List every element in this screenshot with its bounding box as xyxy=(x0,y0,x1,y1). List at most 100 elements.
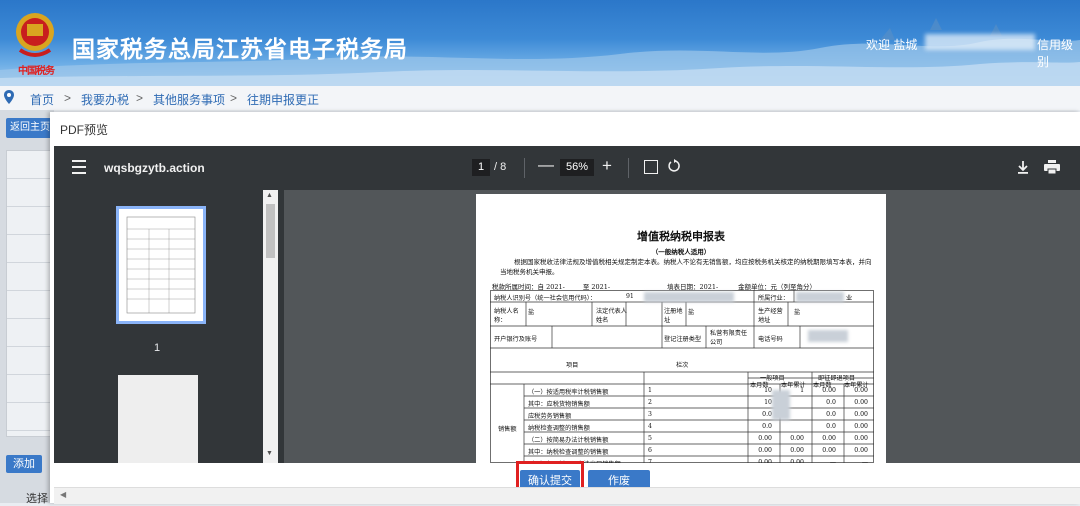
redacted-phone xyxy=(808,330,848,342)
row-value: 0.00 xyxy=(822,387,836,394)
breadcrumb-other-services[interactable]: 其他服务事项 xyxy=(153,91,225,108)
list-row xyxy=(7,263,55,291)
list-row xyxy=(7,403,55,431)
site-header: 中国税务 国家税务总局江苏省电子税务局 欢迎 盐城 信用级别 xyxy=(0,0,1080,86)
thumbnail-scrollbar[interactable]: ▲ ▼ xyxy=(263,190,278,463)
row-item: （二）按简易办法计税销售额 xyxy=(528,437,609,444)
menu-icon[interactable] xyxy=(72,160,86,174)
row-value: 0.00 xyxy=(790,447,804,454)
file-name: wqsbgzytb.action xyxy=(104,161,205,175)
row-line-no: 3 xyxy=(648,411,652,418)
tax-emblem-icon xyxy=(16,13,54,57)
scroll-down-icon[interactable]: ▼ xyxy=(266,450,273,457)
row-value: 0.00 xyxy=(822,435,836,442)
underlying-list xyxy=(6,150,56,437)
zoom-level-input[interactable]: 56% xyxy=(560,159,594,176)
legal-rep-label: 法定代表人姓名 xyxy=(596,308,627,324)
row-value: 0.0 xyxy=(762,423,772,430)
page-total: / 8 xyxy=(494,161,507,173)
row-value: 0.00 xyxy=(854,423,868,430)
row-value: 0.0 xyxy=(826,423,836,430)
thumbnail-label: 1 xyxy=(154,342,161,354)
toolbar-divider xyxy=(628,158,629,178)
reg-type-label: 登记注册类型 xyxy=(664,336,702,343)
thumbnail-sidebar: 1 ▲ ▼ xyxy=(54,190,284,463)
row-item: 纳税检查调整的销售额 xyxy=(528,425,590,432)
row-value: 0.00 xyxy=(758,447,772,454)
row-item: 其中：纳税检查调整的销售额 xyxy=(528,449,609,456)
row-value: 0.00 xyxy=(790,435,804,442)
row-value: 10 xyxy=(764,387,772,394)
list-row xyxy=(7,375,55,403)
breadcrumb-correction[interactable]: 往期申报更正 xyxy=(247,91,319,108)
scroll-left-icon[interactable]: ◀ xyxy=(60,490,66,499)
bank-account-label: 开户银行及账号 xyxy=(494,336,538,343)
redacted-tax-id xyxy=(644,292,734,302)
thumbnail-preview xyxy=(126,216,196,314)
list-row xyxy=(7,235,55,263)
breadcrumb-separator: > xyxy=(64,91,72,105)
page-thumbnail[interactable] xyxy=(116,206,206,324)
page-number-input[interactable]: 1 xyxy=(472,159,490,176)
row-value: 0.00 xyxy=(854,411,868,418)
list-row xyxy=(7,347,55,375)
doc-title: 增值税纳税申报表 xyxy=(637,230,725,243)
zoom-in-button[interactable]: + xyxy=(602,156,612,176)
name-label: 纳税人名称： xyxy=(494,308,519,324)
col-line-header: 栏次 xyxy=(676,362,689,369)
print-icon[interactable] xyxy=(1044,160,1060,174)
rotate-icon[interactable] xyxy=(668,159,682,173)
credit-level-link[interactable]: 信用级别 xyxy=(1037,36,1080,70)
row-value: 0.00 xyxy=(854,447,868,454)
list-row xyxy=(7,291,55,319)
list-row xyxy=(7,151,55,179)
pdf-viewer: wqsbgzytb.action 1 / 8 — 56% + 1 ▲ ▼ 增值税… xyxy=(54,146,1080,463)
breadcrumb-home[interactable]: 首页 xyxy=(30,91,54,108)
scroll-up-icon[interactable]: ▲ xyxy=(266,192,273,199)
pdf-toolbar: wqsbgzytb.action 1 / 8 — 56% + xyxy=(54,146,1080,190)
row-value: 0.00 xyxy=(758,435,772,442)
list-row xyxy=(7,207,55,235)
reg-type-value: 私营有限责任公司 xyxy=(710,330,748,346)
location-pin-icon xyxy=(4,90,14,104)
biz-address-label: 生产经营地址 xyxy=(758,308,783,324)
add-button[interactable]: 添加 xyxy=(6,455,42,473)
pdf-page: 增值税纳税申报表 （一般纳税人适用） 根据国家税收法律法规及增值税相关规定制定本… xyxy=(476,194,886,463)
fit-page-icon[interactable] xyxy=(644,160,658,174)
modal-title: PDF预览 xyxy=(60,123,109,137)
row-item: 应税劳务销售额 xyxy=(528,413,572,420)
row-value: 0.0 xyxy=(826,411,836,418)
row-value: 10 xyxy=(764,399,772,406)
list-row xyxy=(7,179,55,207)
row-line-no: 6 xyxy=(648,447,652,454)
back-home-button[interactable]: 返回主页 xyxy=(6,118,54,138)
select-label: 选择 xyxy=(26,493,48,505)
row-line-no: 5 xyxy=(648,435,652,442)
row-value: 0.0 xyxy=(762,411,772,418)
redacted-values xyxy=(772,390,790,420)
reg-address-value: 盐 xyxy=(688,309,695,316)
industry-value: 业 xyxy=(846,295,853,302)
scrollbar-thumb[interactable] xyxy=(266,204,275,258)
site-title: 国家税务总局江苏省电子税务局 xyxy=(72,37,408,63)
logo-text: 中国税务 xyxy=(18,66,55,77)
download-icon[interactable] xyxy=(1016,160,1030,174)
group-label: 销售额 xyxy=(498,426,517,433)
name-value: 盐 xyxy=(528,309,535,316)
biz-address-value: 盐 xyxy=(794,309,801,316)
row-item: 其中：应税货物销售额 xyxy=(528,401,590,408)
horizontal-scrollbar[interactable]: ◀ xyxy=(54,487,1080,504)
toolbar-divider xyxy=(524,158,525,178)
phone-label: 电话号码 xyxy=(758,336,783,343)
breadcrumb: 首页 > 我要办税 > 其他服务事项 > 往期申报更正 xyxy=(0,86,1080,110)
doc-intro: 根据国家税收法律法规及增值税相关规定制定本表。纳税人不论有无销售额，均应按税务机… xyxy=(500,258,872,276)
redacted-industry xyxy=(796,292,844,302)
zoom-out-button[interactable]: — xyxy=(538,157,554,175)
breadcrumb-separator: > xyxy=(230,91,238,105)
tax-id-value: 91 xyxy=(626,293,634,300)
page-thumbnail[interactable] xyxy=(118,375,198,463)
row-value: 0.00 xyxy=(854,435,868,442)
breadcrumb-tax-handling[interactable]: 我要办税 xyxy=(81,91,129,108)
row-value: 0.00 xyxy=(854,387,868,394)
row-value: 0.0 xyxy=(826,399,836,406)
